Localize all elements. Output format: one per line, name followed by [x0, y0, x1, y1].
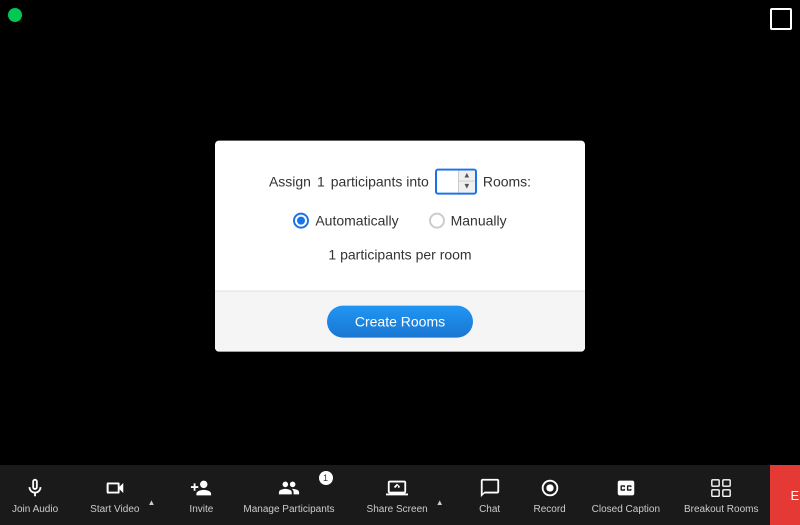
participants-count: 1: [317, 173, 325, 189]
end-meeting-button[interactable]: End Meeting: [770, 465, 800, 525]
per-room-text: 1 participants per room: [245, 246, 555, 262]
record-icon: [538, 476, 562, 500]
chat-label: Chat: [479, 504, 500, 515]
manual-radio-label: Manually: [451, 212, 507, 228]
create-rooms-button[interactable]: Create Rooms: [327, 305, 473, 337]
dialog-footer: Create Rooms: [215, 290, 585, 351]
assign-text: Assign: [269, 173, 311, 189]
invite-label: Invite: [189, 504, 213, 515]
spinner-buttons: ▲ ▼: [458, 170, 475, 192]
toolbar-items: Join Audio Start Video ▲: [0, 465, 770, 525]
closed-caption-icon: [614, 476, 638, 500]
manage-participants-label: Manage Participants: [243, 504, 334, 515]
toolbar-item-breakout-rooms[interactable]: Breakout Rooms: [672, 465, 770, 525]
auto-radio-label: Automatically: [315, 212, 398, 228]
chat-icon: [478, 476, 502, 500]
share-screen-icon: [385, 476, 409, 500]
rooms-increment-button[interactable]: ▲: [459, 170, 475, 181]
toolbar-item-join-audio[interactable]: Join Audio: [0, 465, 70, 525]
toolbar-item-manage-participants[interactable]: 1 Manage Participants: [231, 465, 346, 525]
breakout-rooms-label: Breakout Rooms: [684, 504, 758, 515]
toolbar-item-closed-caption[interactable]: Closed Caption: [580, 465, 672, 525]
video-icon: [103, 476, 127, 500]
manual-radio-circle: [429, 212, 445, 228]
manual-radio-option[interactable]: Manually: [429, 212, 507, 228]
rooms-label: Rooms:: [483, 173, 531, 189]
toolbar-item-start-video[interactable]: Start Video ▲: [70, 465, 171, 525]
share-screen-label: Share Screen: [367, 504, 428, 515]
toolbar-item-invite[interactable]: Invite: [171, 465, 231, 525]
participants-icon: [277, 476, 301, 500]
rooms-decrement-button[interactable]: ▼: [459, 181, 475, 192]
participants-badge: 1: [319, 471, 333, 485]
auto-radio-circle: [293, 212, 309, 228]
video-arrow: ▲: [147, 498, 159, 525]
join-audio-label: Join Audio: [12, 504, 58, 515]
assignment-method-row: Automatically Manually: [245, 212, 555, 228]
breakout-rooms-dialog: Assign 1 participants into ▲ ▼ Rooms: Au…: [215, 140, 585, 351]
assign-row: Assign 1 participants into ▲ ▼ Rooms:: [245, 168, 555, 194]
toolbar-item-record[interactable]: Record: [520, 465, 580, 525]
toolbar: Join Audio Start Video ▲: [0, 465, 800, 525]
start-video-main: Start Video: [82, 476, 147, 515]
toolbar-item-chat[interactable]: Chat: [460, 465, 520, 525]
closed-caption-label: Closed Caption: [592, 504, 660, 515]
share-arrow: ▲: [436, 498, 448, 525]
toolbar-item-share-screen[interactable]: Share Screen ▲: [347, 465, 460, 525]
rooms-number-input-wrap: ▲ ▼: [435, 168, 477, 194]
fullscreen-button[interactable]: [770, 8, 792, 30]
share-screen-main: Share Screen: [359, 476, 436, 515]
start-video-label: Start Video: [90, 504, 139, 515]
dialog-body: Assign 1 participants into ▲ ▼ Rooms: Au…: [215, 140, 585, 290]
invite-icon: [189, 476, 213, 500]
auto-radio-option[interactable]: Automatically: [293, 212, 398, 228]
breakout-rooms-icon: [709, 476, 733, 500]
record-label: Record: [534, 504, 566, 515]
microphone-icon: [23, 476, 47, 500]
assign-text-middle: participants into: [331, 173, 429, 189]
status-dot: [8, 8, 22, 22]
rooms-number-input[interactable]: [437, 170, 458, 192]
